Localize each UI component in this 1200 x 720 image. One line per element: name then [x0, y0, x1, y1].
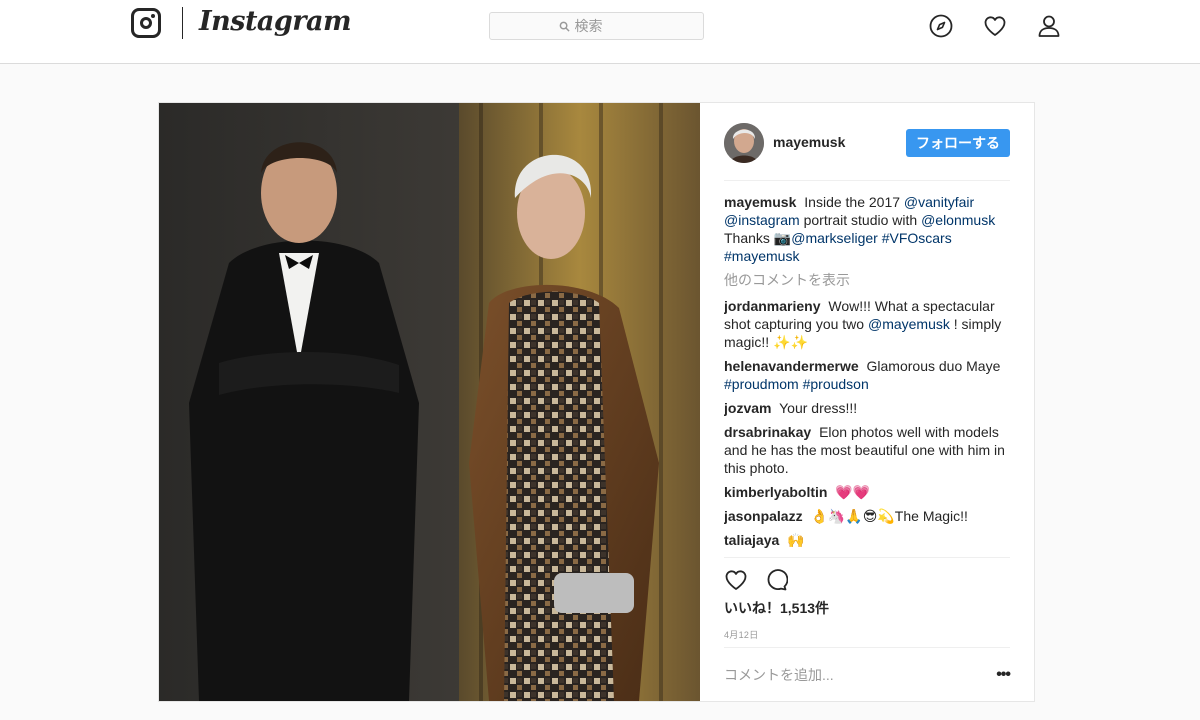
comment-hashtag[interactable]: #proudson — [803, 376, 869, 392]
instagram-wordmark[interactable]: Instagram — [199, 6, 352, 37]
user-icon[interactable] — [1037, 14, 1061, 38]
post-header: mayemusk フォローする — [724, 123, 1010, 181]
list-item: jordanmarieny Wow!!! What a spectacular … — [724, 297, 1010, 351]
caption: mayemusk Inside the 2017 @vanityfair @in… — [724, 193, 1010, 265]
top-navigation-bar: Instagram — [0, 0, 1200, 64]
post-card: mayemusk フォローする mayemusk Inside the 2017… — [158, 102, 1035, 702]
caption-username[interactable]: mayemusk — [724, 194, 796, 210]
list-item: drsabrinakay Elon photos well with model… — [724, 423, 1010, 477]
compass-icon[interactable] — [929, 14, 953, 38]
list-item: kimberlyaboltin 💗💗 — [724, 483, 1010, 501]
comment-username[interactable]: jordanmarieny — [724, 298, 820, 314]
list-item: helenavandermerwe Glamorous duo Maye #pr… — [724, 357, 1010, 393]
comment-username[interactable]: taliajaya — [724, 532, 779, 548]
comment-text: 💗💗 — [835, 484, 871, 500]
comment-mention[interactable]: @mayemusk — [868, 316, 950, 332]
caption-text: portrait studio with — [803, 212, 918, 228]
comment-bubble-icon[interactable] — [764, 568, 789, 592]
comment-username[interactable]: jozvam — [724, 400, 771, 416]
caption-mention-vanityfair[interactable]: @vanityfair — [904, 194, 974, 210]
logo-divider — [182, 7, 183, 39]
instagram-glyph-icon[interactable] — [131, 8, 161, 38]
follow-button[interactable]: フォローする — [906, 129, 1010, 157]
comment-username[interactable]: drsabrinakay — [724, 424, 811, 440]
comment-hashtag[interactable]: #proudmom — [724, 376, 799, 392]
post-date[interactable]: 4月12日 — [724, 628, 1010, 641]
caption-text: Thanks 📷 — [724, 230, 792, 246]
heart-icon[interactable] — [983, 14, 1007, 38]
search-box[interactable] — [489, 12, 704, 40]
list-item: taliajaya 🙌 — [724, 531, 1010, 549]
list-item: jozvam Your dress!!! — [724, 399, 1010, 417]
caption-text: Inside the 2017 — [804, 194, 901, 210]
post-sidebar: mayemusk フォローする mayemusk Inside the 2017… — [700, 103, 1034, 701]
comment-text: Glamorous duo Maye — [866, 358, 1001, 374]
caption-mention-elonmusk[interactable]: @elonmusk — [921, 212, 995, 228]
more-options-icon[interactable]: ••• — [990, 666, 1011, 684]
avatar[interactable] — [724, 123, 764, 163]
caption-mention-instagram[interactable]: @instagram — [724, 212, 800, 228]
comment-text: 🙌 — [787, 532, 805, 548]
comment-username[interactable]: jasonpalazz — [724, 508, 803, 524]
like-heart-icon[interactable] — [724, 568, 748, 592]
comment-text: 👌🦄🙏😎💫The Magic!! — [810, 508, 968, 524]
caption-hashtag-vfoscars[interactable]: #VFOscars — [882, 230, 952, 246]
comment-username[interactable]: kimberlyaboltin — [724, 484, 827, 500]
comment-username[interactable]: helenavandermerwe — [724, 358, 859, 374]
add-comment-input[interactable] — [724, 666, 990, 683]
post-photo[interactable] — [159, 103, 700, 701]
caption-hashtag-mayemusk[interactable]: #mayemusk — [724, 248, 799, 264]
post-author-username[interactable]: mayemusk — [773, 134, 845, 150]
comment-text: Your dress!!! — [779, 400, 858, 416]
action-icon-row — [724, 568, 1010, 592]
post-actions: いいね！1,513件 4月12日 — [724, 557, 1010, 641]
search-input[interactable] — [574, 18, 635, 34]
camera-lens — [140, 17, 152, 29]
comment-list: mayemusk Inside the 2017 @vanityfair @in… — [724, 193, 1010, 555]
view-more-comments-link[interactable]: 他のコメントを表示 — [724, 271, 1010, 289]
caption-mention-markseliger[interactable]: @markseliger — [791, 230, 878, 246]
list-item: jasonpalazz 👌🦄🙏😎💫The Magic!! — [724, 507, 1010, 525]
add-comment-bar: ••• — [724, 647, 1011, 701]
camera-flash-dot — [151, 14, 155, 18]
like-count[interactable]: いいね！1,513件 — [724, 598, 1010, 618]
search-icon — [559, 21, 570, 32]
